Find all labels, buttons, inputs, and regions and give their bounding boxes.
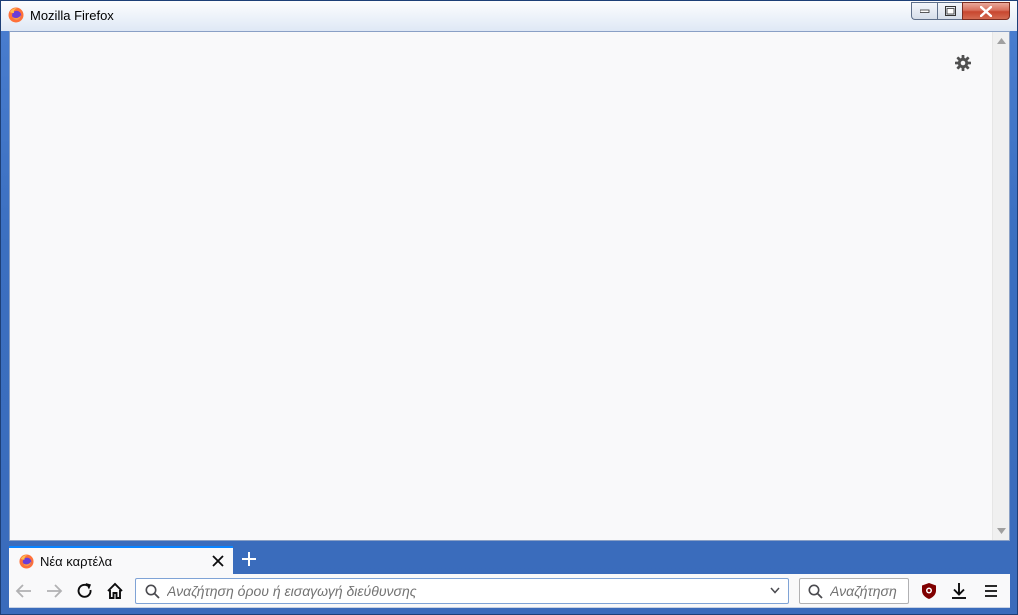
page-content[interactable] bbox=[9, 31, 1010, 541]
gear-icon[interactable] bbox=[954, 54, 972, 72]
vertical-scrollbar[interactable] bbox=[992, 32, 1009, 540]
scroll-down-icon[interactable] bbox=[997, 528, 1006, 534]
scroll-up-icon[interactable] bbox=[997, 38, 1006, 44]
firefox-icon bbox=[8, 7, 24, 23]
tab-strip: Νέα καρτέλα bbox=[9, 542, 1010, 574]
window-title: Mozilla Firefox bbox=[30, 8, 114, 23]
navigation-toolbar bbox=[9, 574, 1010, 608]
search-input[interactable] bbox=[830, 581, 906, 601]
close-icon bbox=[980, 5, 992, 17]
address-bar[interactable] bbox=[135, 578, 789, 604]
close-icon[interactable] bbox=[211, 554, 225, 568]
close-button[interactable] bbox=[962, 2, 1010, 20]
firefox-window: Mozilla Firefox Νέα καρτέλα Αναζήτηση όρ… bbox=[0, 0, 1018, 615]
forward-icon[interactable] bbox=[45, 582, 63, 600]
minimize-icon bbox=[919, 9, 929, 13]
home-icon[interactable] bbox=[106, 582, 124, 600]
reload-icon[interactable] bbox=[76, 582, 94, 600]
back-icon[interactable] bbox=[15, 582, 33, 600]
url-input[interactable] bbox=[167, 581, 757, 601]
download-icon[interactable] bbox=[950, 582, 968, 600]
tab-new-tab[interactable]: Νέα καρτέλα bbox=[9, 546, 233, 574]
search-bar[interactable] bbox=[799, 578, 909, 604]
ublock-icon[interactable] bbox=[920, 582, 938, 600]
plus-icon[interactable] bbox=[241, 551, 257, 567]
title-bar[interactable]: Mozilla Firefox bbox=[1, 1, 1017, 31]
menu-icon[interactable] bbox=[982, 582, 1000, 600]
maximize-button[interactable] bbox=[937, 2, 962, 20]
search-icon bbox=[145, 584, 160, 599]
search-icon bbox=[808, 584, 823, 599]
firefox-icon bbox=[19, 554, 34, 569]
tab-label: Νέα καρτέλα bbox=[40, 554, 113, 569]
minimize-button[interactable] bbox=[911, 2, 937, 20]
window-controls bbox=[911, 2, 1010, 21]
chevron-down-icon[interactable] bbox=[770, 587, 780, 594]
maximize-icon bbox=[944, 6, 956, 16]
